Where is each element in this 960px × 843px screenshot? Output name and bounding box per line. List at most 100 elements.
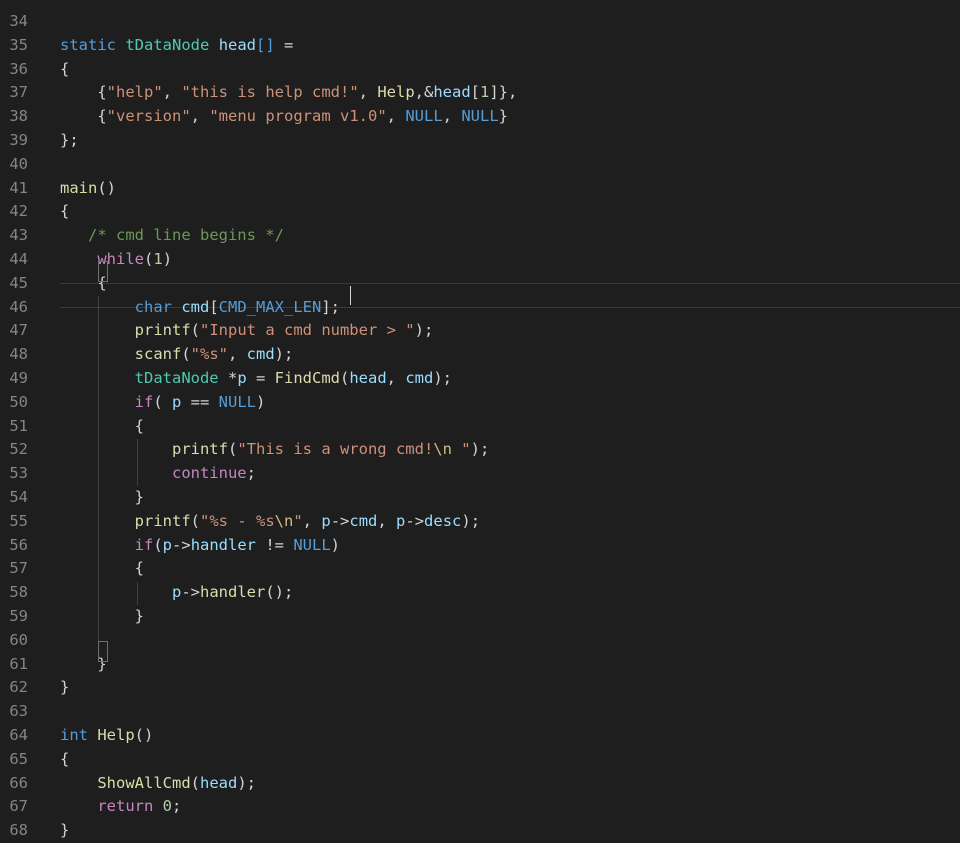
line-code[interactable]: if(p->handler != NULL) (60, 534, 340, 558)
code-editor[interactable]: 34 35 static tDataNode head[] = 36 {37 {"hel… (0, 0, 960, 839)
line-code[interactable]: if( p == NULL) (60, 391, 266, 415)
code-line[interactable]: 66 ShowAllCmd(head); (0, 772, 960, 796)
code-token: ]}, (489, 83, 518, 102)
line-code[interactable]: static tDataNode head[] = (60, 34, 293, 58)
code-line[interactable]: 53 continue; (0, 462, 960, 486)
code-token: } (134, 607, 144, 625)
line-number: 53 (9, 464, 28, 483)
code-token: cmd (246, 345, 275, 364)
code-line[interactable]: 40 (0, 153, 960, 177)
code-token: ; (172, 797, 182, 816)
code-line[interactable]: 41 main() (0, 177, 960, 201)
line-code[interactable]: {"version", "menu program v1.0", NULL, N… (60, 105, 508, 129)
code-line[interactable]: 47 printf("Input a cmd number > "); (0, 319, 960, 343)
code-token: "version" (106, 107, 191, 126)
code-token: { (60, 749, 70, 768)
line-code[interactable]: printf("Input a cmd number > "); (60, 319, 434, 343)
code-token: -> (405, 511, 425, 530)
line-number: 60 (9, 630, 28, 649)
line-code[interactable]: { (60, 557, 144, 581)
line-code[interactable]: int Help() (60, 724, 153, 748)
code-token: , (228, 345, 247, 364)
line-code[interactable]: } (60, 486, 144, 510)
line-code[interactable]: } (60, 605, 144, 629)
line-code[interactable]: { (60, 415, 144, 439)
code-line[interactable]: 61 } (0, 653, 960, 677)
code-line[interactable]: 56 if(p->handler != NULL) (0, 534, 960, 558)
code-line[interactable]: 62} (0, 676, 960, 700)
code-line[interactable]: 45 { (0, 272, 960, 296)
line-code[interactable]: printf("This is a wrong cmd!\n "); (60, 438, 489, 462)
code-token: NULL (461, 107, 499, 126)
code-line[interactable]: 39}; (0, 129, 960, 153)
code-token: } (134, 488, 144, 506)
line-code[interactable]: { (60, 58, 69, 82)
line-code[interactable]: p->handler(); (60, 581, 293, 605)
code-token: = (246, 369, 275, 387)
code-line[interactable]: 68} (0, 819, 960, 843)
code-line[interactable]: 43 /* cmd line begins */ (0, 224, 960, 248)
code-token: printf (171, 440, 228, 459)
code-token: Help (97, 726, 135, 744)
code-line[interactable]: 58 p->handler(); (0, 581, 960, 605)
code-line[interactable]: 60 (0, 629, 960, 653)
code-token: " (293, 511, 303, 530)
code-line[interactable]: 52 printf("This is a wrong cmd!\n "); (0, 438, 960, 462)
code-line[interactable]: 37 {"help", "this is help cmd!", Help,&h… (0, 81, 960, 105)
code-token: ShowAllCmd (97, 773, 191, 792)
code-line[interactable]: 46 char cmd[CMD_MAX_LEN]; (0, 296, 960, 320)
code-line[interactable]: 34 (0, 10, 960, 34)
line-number: 36 (9, 59, 28, 78)
code-line[interactable]: 44 while(1) (0, 248, 960, 272)
code-line[interactable]: 54 } (0, 486, 960, 510)
code-token: ) (162, 250, 173, 268)
line-code[interactable]: ShowAllCmd(head); (60, 772, 256, 796)
line-code[interactable]: tDataNode *p = FindCmd(head, cmd); (60, 367, 452, 391)
line-code[interactable]: }; (60, 129, 79, 153)
code-token: 1 (153, 250, 163, 268)
code-line[interactable]: 55 printf("%s - %s\n", p->cmd, p->desc); (0, 510, 960, 534)
code-line[interactable]: 59 } (0, 605, 960, 629)
line-code[interactable]: return 0; (60, 795, 181, 819)
line-code[interactable]: { (60, 200, 69, 224)
code-token: cmd (349, 511, 378, 530)
line-number: 46 (9, 297, 28, 316)
code-token: p (396, 511, 406, 530)
line-code[interactable]: main() (60, 177, 116, 201)
code-token: = (274, 35, 294, 54)
code-line[interactable]: 50 if( p == NULL) (0, 391, 960, 415)
line-code[interactable]: {"help", "this is help cmd!", Help,&head… (60, 81, 517, 105)
code-line[interactable]: 67 return 0; (0, 795, 960, 819)
code-line[interactable]: 36 { (0, 58, 960, 82)
code-line[interactable]: 63 (0, 700, 960, 724)
line-number: 61 (9, 654, 28, 673)
code-line[interactable]: 35 static tDataNode head[] = (0, 34, 960, 58)
line-code[interactable]: continue; (60, 462, 256, 486)
line-code[interactable]: } (60, 676, 69, 700)
line-code[interactable]: printf("%s - %s\n", p->cmd, p->desc); (60, 510, 480, 534)
code-line[interactable]: 64 int Help() (0, 724, 960, 748)
code-line[interactable]: 51 { (0, 415, 960, 439)
line-code[interactable]: } (60, 819, 69, 843)
line-code[interactable]: { (60, 748, 69, 772)
code-line[interactable]: 42 { (0, 200, 960, 224)
code-line[interactable]: 38 {"version", "menu program v1.0", NULL… (0, 105, 960, 129)
code-line[interactable]: 65 { (0, 748, 960, 772)
code-line[interactable]: 48 scanf("%s", cmd); (0, 343, 960, 367)
code-line[interactable]: 57 { (0, 557, 960, 581)
line-code[interactable]: while(1) (60, 248, 172, 272)
code-token: if (134, 392, 154, 411)
line-code[interactable]: /* cmd line begins */ (60, 224, 284, 248)
line-code[interactable]: scanf("%s", cmd); (60, 343, 294, 367)
code-line[interactable]: 49 tDataNode *p = FindCmd(head, cmd); (0, 367, 960, 391)
code-token: head (349, 369, 387, 387)
line-code[interactable]: char cmd[CMD_MAX_LEN]; (60, 296, 340, 320)
